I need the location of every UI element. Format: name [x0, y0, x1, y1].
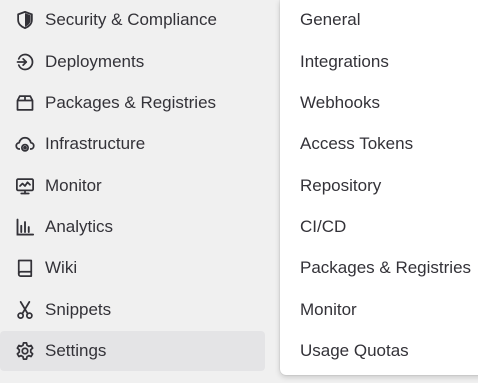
flyout-item-integrations[interactable]: Integrations [280, 42, 478, 82]
sidebar-item-monitor[interactable]: Monitor [0, 166, 265, 206]
flyout-item-usage-quotas[interactable]: Usage Quotas [280, 331, 478, 371]
chart-icon [15, 217, 35, 237]
flyout-item-ci-cd[interactable]: CI/CD [280, 207, 478, 247]
gear-icon [15, 341, 35, 361]
flyout-item-monitor[interactable]: Monitor [280, 290, 478, 330]
sidebar-item-label: Infrastructure [45, 134, 146, 153]
sidebar-item-label: Settings [45, 341, 107, 360]
sidebar-item-packages-registries[interactable]: Packages & Registries [0, 83, 265, 123]
sidebar-item-label: Snippets [45, 300, 112, 319]
scissors-icon [15, 300, 35, 320]
flyout-item-repository[interactable]: Repository [280, 166, 478, 206]
flyout-item-access-tokens[interactable]: Access Tokens [280, 124, 478, 164]
sidebar: Security & Compliance Deployments Packag… [0, 0, 270, 383]
package-icon [15, 93, 35, 113]
flyout-item-general[interactable]: General [280, 0, 478, 40]
sidebar-item-analytics[interactable]: Analytics [0, 207, 265, 247]
sidebar-item-label: Analytics [45, 217, 114, 236]
deployments-icon [15, 52, 35, 72]
monitor-icon [15, 176, 35, 196]
sidebar-item-wiki[interactable]: Wiki [0, 248, 265, 288]
sidebar-item-label: Deployments [45, 52, 145, 71]
settings-flyout-menu: General Integrations Webhooks Access Tok… [280, 0, 478, 375]
flyout-item-packages-registries[interactable]: Packages & Registries [280, 248, 478, 288]
sidebar-item-label: Wiki [45, 258, 78, 277]
sidebar-item-infrastructure[interactable]: Infrastructure [0, 124, 265, 164]
flyout-item-webhooks[interactable]: Webhooks [280, 83, 478, 123]
book-icon [15, 258, 35, 278]
cloud-gear-icon [15, 134, 35, 154]
sidebar-item-label: Monitor [45, 176, 102, 195]
sidebar-item-label: Security & Compliance [45, 10, 217, 29]
sidebar-item-deployments[interactable]: Deployments [0, 42, 265, 82]
sidebar-item-label: Packages & Registries [45, 93, 217, 112]
sidebar-item-settings[interactable]: Settings [0, 331, 265, 371]
sidebar-item-snippets[interactable]: Snippets [0, 290, 265, 330]
shield-icon [15, 10, 35, 30]
sidebar-item-security-compliance[interactable]: Security & Compliance [0, 0, 265, 40]
